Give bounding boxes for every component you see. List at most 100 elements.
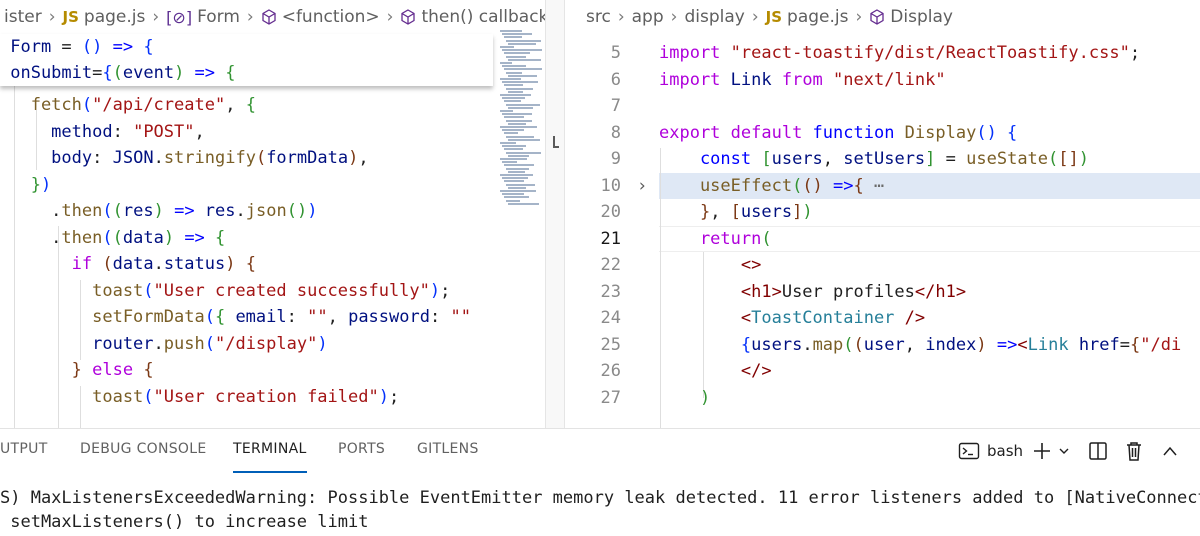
tab-output[interactable]: UTPUT	[0, 441, 48, 463]
code-line[interactable]: {users.map((user, index) =><Link href={"…	[659, 332, 1181, 358]
code-line[interactable]: return(	[659, 226, 772, 252]
minimap-line	[506, 71, 522, 74]
code-token: (	[112, 227, 123, 248]
code-token: const	[659, 149, 752, 169]
breadcrumb-folder-src[interactable]: src	[586, 7, 611, 27]
minimap-line	[508, 106, 533, 109]
code-token: [	[730, 202, 741, 222]
code-line[interactable]: setFormData({ email: "", password: ""	[0, 304, 471, 330]
maximize-panel-button[interactable]	[1162, 437, 1178, 465]
split-terminal-button[interactable]	[1088, 437, 1108, 465]
code-line[interactable]: router.push("/display")	[0, 331, 327, 357]
code-token: ()	[976, 122, 997, 143]
terminal-profile-button[interactable]: bash	[958, 437, 1023, 465]
code-line[interactable]: import Link from "next/link"	[659, 67, 946, 93]
code-line[interactable]: body: JSON.stringify(formData),	[0, 145, 368, 171]
code-token: .	[153, 333, 164, 354]
breadcrumb-file[interactable]: JS page.js	[766, 7, 849, 27]
code-line[interactable]: } else {	[0, 357, 154, 383]
code-token: .	[0, 227, 62, 248]
tab-terminal[interactable]: TERMINAL	[233, 441, 307, 473]
breadcrumb-label: <function>	[281, 7, 380, 27]
code-token: data	[112, 254, 154, 274]
minimap-line	[504, 68, 542, 71]
javascript-file-icon: JS	[765, 8, 783, 26]
code-line[interactable]: toast("User creation failed");	[0, 384, 399, 410]
line-number: 6	[610, 69, 621, 90]
breadcrumb-folder-app[interactable]: app	[632, 7, 664, 27]
code-token: (	[204, 333, 215, 354]
code-line[interactable]: const [users, setUsers] = useState([])	[659, 146, 1089, 172]
code-token: :	[429, 307, 451, 327]
minimap-line	[504, 148, 523, 151]
tab-gitlens[interactable]: GITLENS	[417, 441, 479, 463]
fold-chevron-right-icon[interactable]: ›	[637, 176, 651, 196]
minimap-line	[504, 36, 522, 39]
line-number: 7	[610, 96, 621, 116]
breadcrumb-symbol-function[interactable]: <function>	[261, 7, 380, 27]
code-line[interactable]: toast("User created successfully");	[0, 278, 450, 304]
variable-symbol-icon: [⊘]	[166, 7, 193, 27]
code-line[interactable]: .then((data) => {	[0, 225, 225, 251]
tab-ports[interactable]: PORTS	[338, 441, 385, 463]
minimap-line	[504, 180, 524, 183]
sticky-line: Form = () => {	[0, 34, 153, 60]
code-line[interactable]: method: "POST",	[0, 119, 205, 145]
minimap-line	[504, 132, 518, 135]
code-line[interactable]: import "react-toastify/dist/ReactToastif…	[659, 40, 1140, 66]
code-line[interactable]: if (data.status) {	[0, 251, 256, 277]
editor-split-divider[interactable]	[545, 0, 565, 428]
code-token: }	[659, 202, 711, 222]
minimap[interactable]	[500, 30, 545, 210]
code-token: )	[976, 334, 987, 355]
left-editor[interactable]: ister › JS page.js › [⊘] Form › <function>…	[0, 0, 545, 428]
code-token: setFormData	[0, 307, 205, 327]
code-line[interactable]: })	[0, 172, 52, 198]
sticky-scroll-header[interactable]: Form = () => { onSubmit={(event) => {	[0, 34, 493, 86]
code-token: {	[225, 63, 236, 83]
breadcrumb-symbol-callback[interactable]: then() callback	[400, 7, 545, 27]
breadcrumb-label: then() callback	[421, 7, 545, 27]
breadcrumb-symbol-form[interactable]: [⊘] Form	[166, 7, 240, 27]
line-number: 22	[600, 255, 621, 275]
code-token: (	[102, 227, 113, 248]
code-line[interactable]: <>	[659, 252, 761, 278]
minimap-line	[506, 167, 529, 170]
minimap-line	[502, 145, 526, 148]
code-line[interactable]: }, [users])	[659, 199, 813, 225]
code-line[interactable]: <h1>User profiles</h1>	[659, 279, 966, 305]
code-token: toast	[0, 386, 144, 407]
breadcrumb-symbol-display[interactable]: Display	[869, 7, 953, 27]
shell-label: bash	[987, 442, 1024, 460]
code-token: )	[659, 387, 711, 408]
code-token: )	[40, 174, 52, 195]
right-editor[interactable]: src › app › display › JS page.js › Displa…	[565, 0, 1200, 428]
terminal-dropdown-button[interactable]	[1058, 437, 1070, 465]
breadcrumb-file[interactable]: JS page.js	[63, 7, 146, 27]
code-token: import	[659, 69, 721, 90]
breadcrumb-folder-display[interactable]: display	[684, 7, 744, 27]
code-token: ToastContainer	[751, 308, 895, 328]
code-token: toast	[0, 280, 144, 301]
code-line[interactable]: useEffect(() =>{ ⋯	[659, 173, 884, 199]
breadcrumb-folder[interactable]: ister	[4, 7, 42, 27]
code-token: body	[0, 148, 93, 168]
tab-debug-console[interactable]: DEBUG CONSOLE	[80, 441, 207, 463]
code-token: if	[0, 254, 93, 274]
code-line[interactable]: </>	[659, 358, 772, 384]
minimap-line	[506, 135, 534, 138]
new-terminal-button[interactable]	[1032, 437, 1052, 465]
code-line[interactable]: )	[659, 385, 710, 411]
kill-terminal-button[interactable]	[1124, 437, 1144, 465]
code-line[interactable]: export default function Display() {	[659, 120, 1017, 146]
code-token: ,	[327, 307, 349, 327]
code-token: Link	[720, 69, 772, 90]
code-token: <	[659, 308, 752, 328]
code-token: :	[112, 121, 134, 142]
code-line[interactable]: .then((res) => res.json())	[0, 198, 317, 224]
code-token: .	[153, 254, 164, 274]
code-line[interactable]: <ToastContainer />	[659, 305, 925, 331]
line-number: 9	[610, 149, 621, 169]
code-line[interactable]: fetch("/api/create", {	[0, 92, 256, 118]
terminal-output-line: S) MaxListenersExceededWarning: Possible…	[0, 488, 1200, 508]
